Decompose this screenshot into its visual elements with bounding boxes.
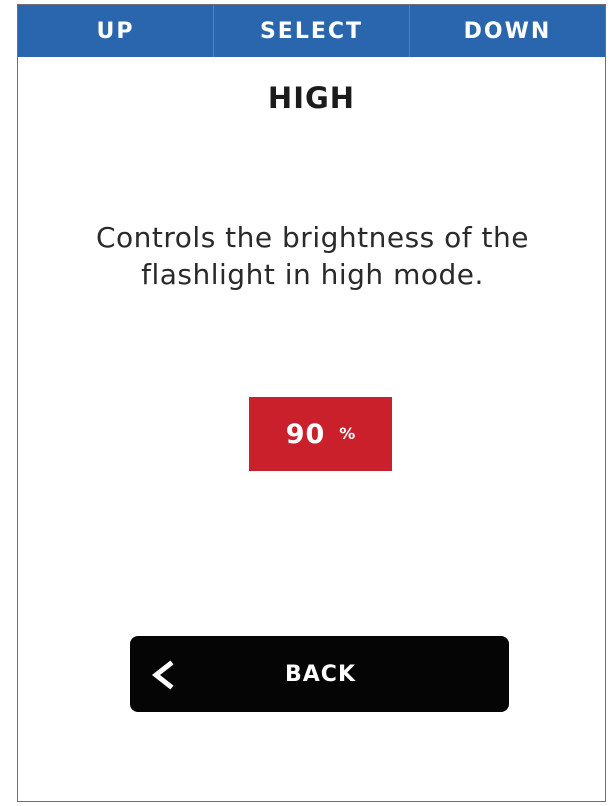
back-button-label: BACK (285, 661, 356, 687)
down-button[interactable]: DOWN (410, 5, 605, 57)
brightness-unit: % (339, 423, 356, 443)
setting-description: Controls the brightness of the flashligh… (95, 221, 529, 291)
device-screen: UP SELECT DOWN HIGH Controls the brightn… (17, 4, 606, 802)
nav-bar: UP SELECT DOWN (18, 5, 605, 57)
page-title: HIGH (267, 81, 356, 115)
back-button[interactable]: BACK (130, 636, 509, 712)
up-button[interactable]: UP (18, 5, 214, 57)
brightness-value-box[interactable]: 90 % (249, 397, 392, 471)
select-button[interactable]: SELECT (214, 5, 410, 57)
brightness-value: 90 (285, 418, 326, 450)
